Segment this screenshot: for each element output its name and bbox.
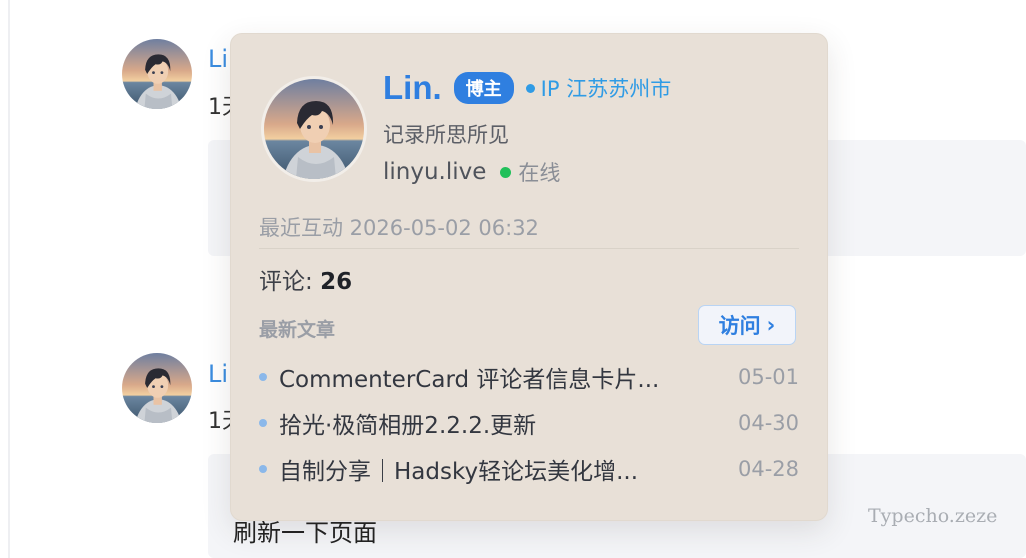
comment-text: 刷新一下页面 [233,519,377,547]
comment-count-label: 评论: [259,269,321,295]
card-divider [259,248,799,249]
card-name-row: Lin. 博主 IP 江苏苏州市 [383,66,671,110]
page-left-border [8,0,10,558]
visit-button[interactable]: 访问 › [698,305,796,345]
recent-interaction: 最近互动 2026-05-02 06:32 [259,216,539,240]
card-avatar [261,76,367,182]
ip-location: IP 江苏苏州市 [540,77,672,101]
comment-count-value: 26 [320,269,353,295]
site-link[interactable]: linyu.live [383,159,486,185]
comment-count: 评论: 26 [259,262,352,296]
card-name[interactable]: Lin. [383,69,442,107]
commenter-card: Lin. 博主 IP 江苏苏州市 记录所思所见 linyu.live 在线 最近… [230,33,828,521]
comment-avatar[interactable] [122,39,192,109]
online-status: 在线 [518,161,561,185]
latest-articles-heading: 最新文章 [259,319,336,341]
card-bio: 记录所思所见 [383,123,509,147]
bullet-icon [259,373,267,381]
watermark: Typecho.zeze [868,505,998,527]
site-row: linyu.live 在线 [383,157,560,187]
post-title[interactable]: 自制分享｜Hadsky轻论坛美化增... [279,452,699,486]
post-date: 04-28 [737,457,799,481]
visit-button-label: 访问 [718,314,761,338]
status-dot-icon [500,166,512,178]
post-item[interactable]: 拾光·极简相册2.2.2.更新 04-30 [259,406,799,440]
post-date: 05-01 [737,365,799,389]
post-title[interactable]: 拾光·极简相册2.2.2.更新 [279,406,699,440]
comment-avatar[interactable] [122,353,192,423]
role-badge: 博主 [453,72,514,104]
chevron-right-icon: › [766,313,776,337]
post-date: 04-30 [737,411,799,435]
bullet-icon [259,465,267,473]
bullet-icon [259,419,267,427]
post-item[interactable]: 自制分享｜Hadsky轻论坛美化增... 04-28 [259,452,799,486]
post-item[interactable]: CommenterCard 评论者信息卡片... 05-01 [259,360,799,394]
post-title[interactable]: CommenterCard 评论者信息卡片... [279,360,699,394]
location-dot-icon [525,83,535,93]
